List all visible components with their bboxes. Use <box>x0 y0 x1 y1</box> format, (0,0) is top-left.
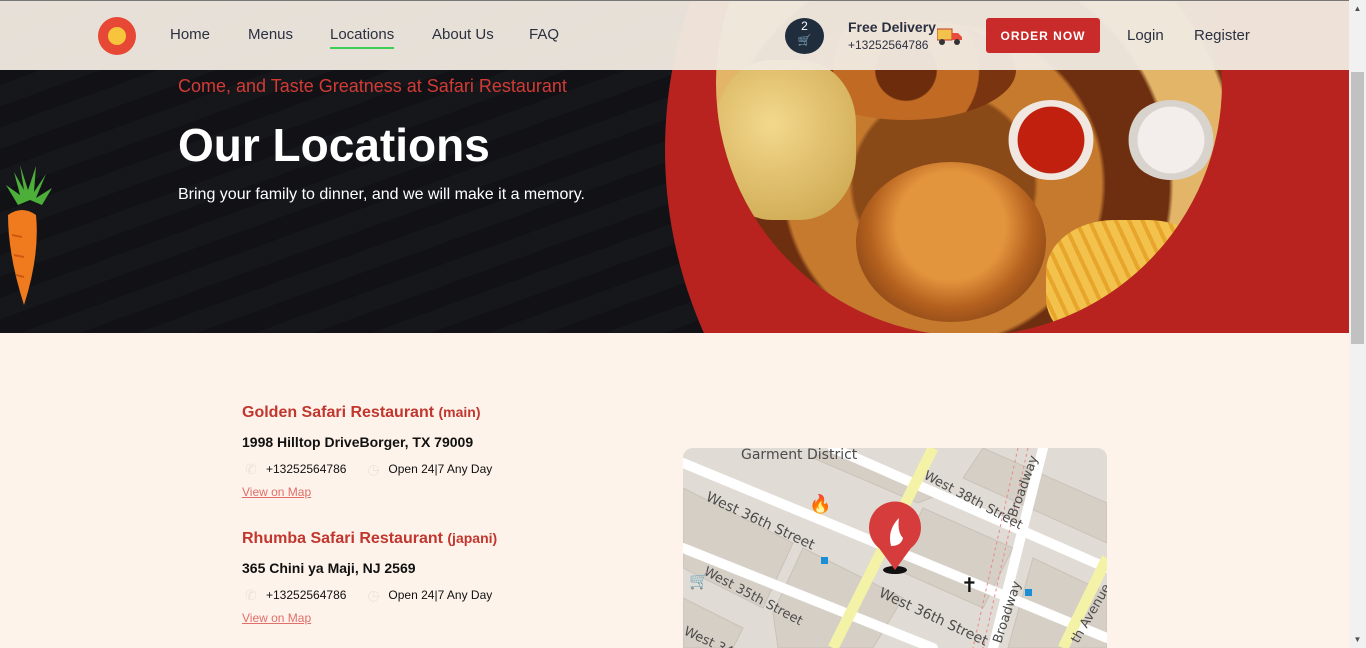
location-map[interactable]: Garment District West 36th Street West 3… <box>683 448 1107 648</box>
cart-icon: 🛒 <box>797 35 812 47</box>
transit-marker <box>1025 589 1032 596</box>
truck-icon <box>937 28 962 45</box>
ketchup-bowl <box>1006 100 1096 180</box>
register-link[interactable]: Register <box>1194 27 1250 44</box>
location-phone: +13252564786 <box>266 462 347 476</box>
clock-icon: ◷ <box>367 586 380 603</box>
burger <box>856 162 1046 322</box>
fire-icon: 🔥 <box>809 493 831 515</box>
transit-marker <box>821 557 828 564</box>
view-on-map-link[interactable]: View on Map <box>242 485 311 499</box>
page-title: Our Locations <box>178 119 490 171</box>
location-address: 1998 Hilltop DriveBorger, TX 79009 <box>242 434 474 450</box>
view-on-map-link[interactable]: View on Map <box>242 611 311 625</box>
location-name: Rhumba Safari Restaurant (japani) <box>242 530 497 548</box>
location-hours: Open 24|7 Any Day <box>388 462 493 476</box>
clock-icon: ◷ <box>367 460 380 477</box>
location-name: Golden Safari Restaurant (main) <box>242 404 481 422</box>
delivery-phone: +13252564786 <box>848 38 929 52</box>
mayo-bowl <box>1126 100 1216 180</box>
nav-faq[interactable]: FAQ <box>529 26 559 43</box>
location-title: Golden Safari Restaurant <box>242 404 435 421</box>
map-label-district: Garment District <box>741 448 858 463</box>
location-phone: +13252564786 <box>266 588 347 602</box>
location-meta: ✆ +13252564786 ◷ Open 24|7 Any Day <box>242 586 492 604</box>
carrot-icon <box>6 165 52 305</box>
delivery-title: Free Delivery <box>848 19 936 35</box>
cart-button[interactable]: 2 🛒 <box>785 18 824 54</box>
nav-locations[interactable]: Locations <box>330 26 395 49</box>
phone-icon: ✆ <box>245 586 257 603</box>
nav-menus[interactable]: Menus <box>248 26 293 43</box>
order-now-button[interactable]: ORDER NOW <box>986 18 1100 53</box>
restaurant-logo[interactable] <box>98 17 136 55</box>
scroll-down-arrow-icon[interactable]: ▼ <box>1349 631 1366 648</box>
login-link[interactable]: Login <box>1127 27 1164 44</box>
scroll-up-arrow-icon[interactable]: ▲ <box>1349 0 1366 17</box>
scrollbar-thumb[interactable] <box>1351 72 1364 344</box>
potato-chips <box>716 60 856 220</box>
page-scrollbar[interactable]: ▲ ▼ <box>1349 0 1366 648</box>
phone-icon: ✆ <box>245 460 257 477</box>
french-fries <box>1046 220 1216 333</box>
church-icon: ✝ <box>961 573 978 597</box>
map-canvas[interactable]: Garment District West 36th Street West 3… <box>683 448 1107 648</box>
hero-description: Bring your family to dinner, and we will… <box>178 186 585 203</box>
site-header: Home Menus Locations About Us FAQ 2 🛒 Fr… <box>0 0 1349 70</box>
location-title: Rhumba Safari Restaurant <box>242 530 443 547</box>
location-tag: (main) <box>438 404 481 420</box>
nav-home[interactable]: Home <box>170 26 210 43</box>
cart-count-badge: 2 <box>801 19 808 33</box>
shop-icon: 🛒 <box>689 571 709 590</box>
location-tag: (japani) <box>447 530 498 546</box>
hero-subtitle: Come, and Taste Greatness at Safari Rest… <box>178 76 567 96</box>
nav-about-us[interactable]: About Us <box>432 26 494 43</box>
location-hours: Open 24|7 Any Day <box>388 588 493 602</box>
plate-icon <box>108 27 126 45</box>
location-address: 365 Chini ya Maji, NJ 2569 <box>242 560 416 576</box>
location-meta: ✆ +13252564786 ◷ Open 24|7 Any Day <box>242 460 492 478</box>
